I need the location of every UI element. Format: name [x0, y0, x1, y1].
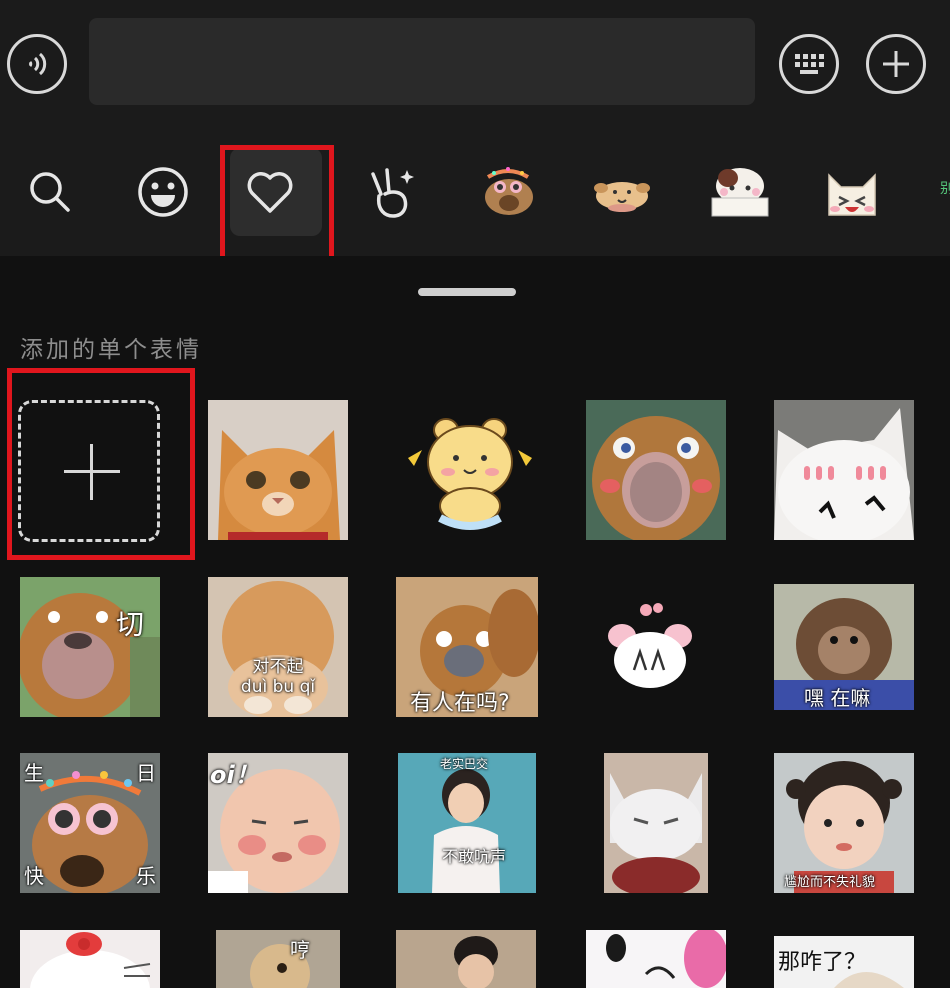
sticker-caption-top: 老实巴交 [440, 757, 489, 771]
victory-hand-icon [371, 168, 414, 218]
voice-input-button[interactable] [7, 34, 67, 94]
sticker-briar-bear[interactable] [586, 400, 726, 540]
sticker-pack-thumb [485, 167, 533, 215]
chat-input-bar [0, 0, 950, 128]
sticker-caption-char: 快 [24, 864, 44, 888]
tab-search[interactable] [0, 128, 100, 256]
plus-icon [883, 51, 909, 77]
sticker-caption: 切 [116, 608, 145, 641]
voice-wave-icon [28, 52, 47, 76]
sticker-birthday-dog[interactable]: 生 日快 乐 [20, 753, 160, 893]
sticker-awkward-girl[interactable]: 尴尬而不失礼貌 [774, 753, 914, 893]
section-title: 添加的单个表情 [20, 337, 202, 363]
sticker-bear-anyone-there[interactable]: 有人在吗? [396, 577, 538, 717]
tab-birthday-dog-pack[interactable] [458, 128, 558, 256]
sticker-caption: oi！ [210, 761, 259, 789]
sticker-bear-cut[interactable]: 切 [20, 577, 160, 717]
sticker-white-cat-blush[interactable] [774, 400, 914, 540]
tab-cream-dog-pack[interactable] [572, 128, 672, 256]
sticker-caption-char: 生 [24, 761, 44, 785]
sticker-caption-char: 乐 [136, 864, 156, 888]
sticker-sorry-cat[interactable]: 对不起 duì bu qǐ [208, 577, 348, 717]
sticker-orange-cat[interactable] [208, 400, 348, 540]
sticker-caption: 有人在吗? [410, 691, 510, 716]
panel-drag-handle[interactable] [418, 288, 516, 296]
keyboard-button[interactable] [779, 34, 839, 94]
sticker-pink-drawing[interactable] [586, 930, 726, 988]
sticker-grumpy-cat[interactable] [604, 753, 708, 893]
sticker-pink-bunny[interactable] [600, 600, 700, 692]
sticker-caption: 嘿 在嘛 [804, 686, 871, 710]
message-input[interactable] [89, 18, 755, 105]
favorites-tab-highlight [220, 145, 334, 269]
search-icon [30, 172, 70, 212]
sticker-baby-oi[interactable]: oi！ [208, 753, 348, 893]
sticker-hmph-dog[interactable]: 哼 [216, 930, 340, 988]
tab-bear-in-box-pack[interactable] [690, 128, 790, 256]
tab-white-cat-pack[interactable] [802, 128, 902, 256]
sticker-caption-char: 日 [136, 761, 156, 785]
sticker-hello-kitty[interactable] [20, 930, 160, 988]
sticker-pack-thumb [711, 168, 769, 217]
sticker-caption: 哼 [290, 938, 310, 962]
sticker-dare-not-speak[interactable]: 老实巴交 不敢吭声 [398, 753, 536, 893]
sticker-caption: 对不起 duì bu qǐ [240, 657, 316, 697]
sticker-pack-thumb [828, 173, 876, 216]
sticker-caption: 尴尬而不失礼貌 [784, 875, 876, 890]
add-button-highlight [7, 368, 195, 560]
smiley-icon [138, 167, 188, 217]
sticker-boy-photo[interactable] [396, 930, 536, 988]
sticker-pack-thumb [594, 182, 650, 212]
tab-gestures[interactable] [342, 128, 442, 256]
sticker-cartoon-bear[interactable] [400, 400, 540, 540]
next-pack-thumb-partial[interactable]: 别 [940, 178, 950, 198]
sticker-baby-orangutan[interactable]: 嘿 在嘛 [774, 584, 914, 710]
sticker-caption: 生 日快 乐 [24, 757, 156, 889]
sticker-caption: 不敢吭声 [442, 847, 507, 866]
sticker-caption: 那咋了？ [778, 950, 867, 975]
tab-emoji[interactable] [113, 128, 213, 256]
sticker-so-what[interactable]: 那咋了？ [774, 936, 914, 988]
keyboard-icon [795, 54, 824, 74]
more-button[interactable] [866, 34, 926, 94]
sticker-tab-strip [0, 128, 950, 256]
